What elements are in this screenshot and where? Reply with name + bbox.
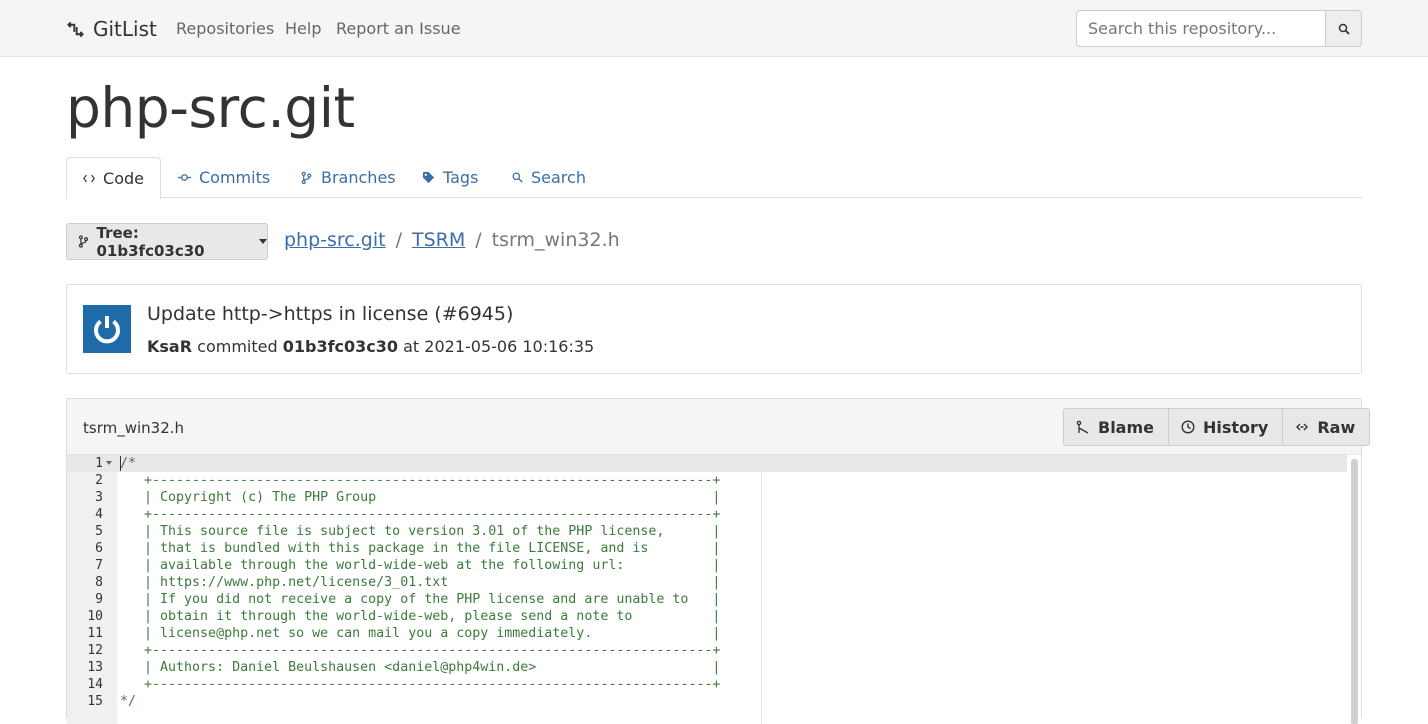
blame-label: Blame (1098, 417, 1154, 437)
nav-report-issue[interactable]: Report an Issue (336, 19, 461, 38)
search-button[interactable] (1325, 10, 1362, 47)
line-number: 13 (87, 660, 103, 675)
code-icon (83, 174, 95, 182)
line-number: 9 (95, 592, 103, 607)
text-cursor (120, 456, 121, 471)
breadcrumb-repo-link[interactable]: php-src.git (284, 229, 386, 251)
tag-icon (422, 171, 435, 184)
code-line: | obtain it through the world-wide-web, … (120, 609, 721, 624)
nav-help[interactable]: Help (285, 19, 321, 38)
history-button[interactable]: History (1169, 409, 1284, 445)
raw-button[interactable]: Raw (1283, 409, 1369, 445)
brand-label: GitList (93, 17, 157, 41)
line-number: 10 (87, 609, 103, 624)
code-line: +---------------------------------------… (120, 643, 721, 658)
file-actions: Blame History Raw (1063, 408, 1371, 446)
line-numbers: 1 2 3 4 5 6 7 8 9 10 11 12 13 14 15 (67, 455, 103, 710)
tab-code[interactable]: Code (66, 157, 161, 199)
commit-message[interactable]: Update http->https in license (#6945) (147, 303, 513, 325)
line-number: 8 (95, 575, 103, 590)
page-title: php-src.git (66, 76, 355, 140)
breadcrumb: php-src.git / TSRM / tsrm_win32.h (284, 229, 620, 251)
blame-icon (1076, 420, 1089, 434)
tab-commits[interactable]: Commits (162, 157, 286, 198)
commit-verb: commited (197, 337, 278, 356)
search-icon (1338, 23, 1350, 35)
line-number: 2 (95, 473, 103, 488)
repo-tabs: Code Commits Branches Tags Search (66, 157, 1362, 199)
chevron-down-icon (259, 239, 267, 244)
tab-search[interactable]: Search (496, 157, 602, 198)
brand[interactable]: GitList (66, 17, 157, 41)
tab-commits-label: Commits (199, 168, 271, 187)
breadcrumb-current-file: tsrm_win32.h (491, 229, 620, 251)
commit-hash[interactable]: 01b3fc03c30 (283, 337, 398, 356)
clock-icon (1181, 420, 1195, 434)
tab-branches[interactable]: Branches (284, 157, 412, 198)
code-line: | license@php.net so we can mail you a c… (120, 626, 721, 641)
tab-search-label: Search (531, 168, 586, 187)
code-line: | Copyright (c) The PHP Group | (120, 490, 721, 505)
avatar[interactable] (83, 305, 131, 353)
line-number: 14 (87, 677, 103, 692)
line-number: 6 (95, 541, 103, 556)
gitlist-logo-icon (67, 21, 84, 37)
line-number: 1 (95, 456, 103, 471)
tree-selector-button[interactable]: Tree: 01b3fc03c30 (66, 223, 268, 260)
print-margin (761, 455, 762, 724)
code-line: | Authors: Daniel Beulshausen <daniel@ph… (120, 660, 721, 675)
latest-commit-panel: Update http->https in license (#6945) Ks… (66, 284, 1362, 374)
code-line: | https://www.php.net/license/3_01.txt | (120, 575, 721, 590)
code-editor[interactable]: 1 2 3 4 5 6 7 8 9 10 11 12 13 14 15 /* +--------------… (67, 454, 1361, 724)
fold-toggle-icon[interactable] (106, 461, 112, 465)
search-icon (512, 172, 523, 183)
commit-author: KsaR (147, 337, 193, 356)
branch-icon (78, 235, 89, 248)
search-input[interactable] (1076, 10, 1326, 47)
code-line: | that is bundled with this package in t… (120, 541, 721, 556)
commit-icon (178, 174, 191, 181)
commit-at: at (403, 337, 420, 356)
vertical-scrollbar[interactable] (1351, 459, 1358, 724)
tab-tags-label: Tags (443, 168, 479, 187)
nav-repositories[interactable]: Repositories (176, 19, 274, 38)
commit-meta: KsaR commited 01b3fc03c30 at 2021-05-06 … (147, 337, 594, 356)
line-number: 5 (95, 524, 103, 539)
code-line: /* (120, 456, 137, 471)
line-number: 7 (95, 558, 103, 573)
history-label: History (1203, 417, 1269, 437)
line-number: 11 (87, 626, 103, 641)
line-number: 15 (87, 694, 103, 709)
file-name: tsrm_win32.h (83, 419, 185, 437)
blame-button[interactable]: Blame (1064, 409, 1169, 445)
breadcrumb-separator: / (395, 229, 402, 251)
tab-branches-label: Branches (321, 168, 396, 187)
code-line: | If you did not receive a copy of the P… (120, 592, 721, 607)
power-icon (94, 316, 120, 344)
code-line: */ (120, 694, 137, 709)
link-icon (1296, 423, 1309, 431)
code-line: +---------------------------------------… (120, 507, 721, 522)
commit-date: 2021-05-06 10:16:35 (424, 337, 595, 356)
line-number: 4 (95, 507, 103, 522)
code-content[interactable]: /* +------------------------------------… (120, 455, 720, 710)
line-number: 12 (87, 643, 103, 658)
branch-icon (301, 171, 312, 184)
breadcrumb-dir-link[interactable]: TSRM (412, 229, 465, 251)
code-line: +---------------------------------------… (120, 677, 721, 692)
tab-code-label: Code (103, 168, 144, 188)
raw-label: Raw (1317, 417, 1356, 437)
line-number: 3 (95, 490, 103, 505)
tab-tags[interactable]: Tags (406, 157, 494, 198)
breadcrumb-separator: / (475, 229, 482, 251)
top-navbar: GitList Repositories Help Report an Issu… (0, 0, 1428, 57)
file-viewer: tsrm_win32.h Blame History Raw 123456789… (66, 398, 1371, 724)
code-line: | This source file is subject to version… (120, 524, 721, 539)
code-line: | available through the world-wide-web a… (120, 558, 721, 573)
code-line: +---------------------------------------… (120, 473, 721, 488)
tree-selector-label: Tree: 01b3fc03c30 (96, 223, 205, 260)
